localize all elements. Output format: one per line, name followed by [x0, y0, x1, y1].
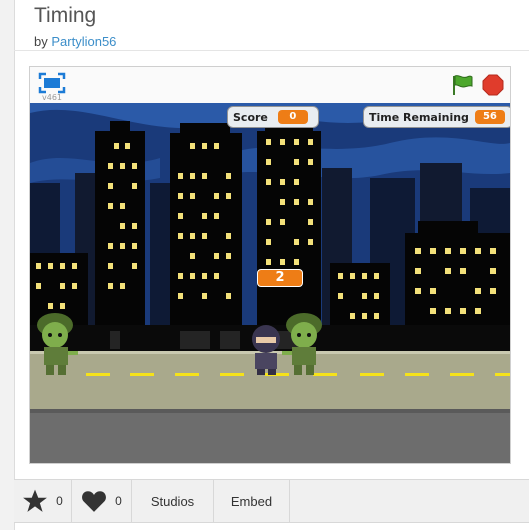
score-label: Score [233, 110, 268, 124]
studios-button[interactable]: Studios [132, 480, 214, 522]
time-remaining-monitor: Time Remaining 56 [363, 106, 510, 128]
favorite-count: 0 [56, 494, 63, 508]
by-prefix: by [34, 34, 48, 49]
stage[interactable]: Score 0 Time Remaining 56 2 [30, 103, 510, 463]
fullscreen-icon[interactable] [38, 72, 66, 94]
star-icon [23, 489, 48, 512]
project-actions-bar: 0 0 Studios Embed [14, 479, 529, 523]
byline: by Partylion56 [34, 34, 116, 49]
header-divider [14, 50, 529, 51]
floating-number-bubble: 2 [257, 269, 303, 287]
green-flag-icon[interactable] [450, 74, 474, 96]
project-title: Timing [34, 4, 97, 27]
favorite-button[interactable]: 0 [14, 480, 72, 522]
player-controls: v461 [30, 67, 510, 103]
author-link[interactable]: Partylion56 [51, 34, 116, 49]
project-player: v461 Score 0 Time Remaining 56 2 [29, 66, 511, 464]
time-remaining-label: Time Remaining [369, 110, 469, 124]
stop-icon[interactable] [482, 74, 504, 96]
score-monitor: Score 0 [227, 106, 319, 128]
love-button[interactable]: 0 [72, 480, 132, 522]
time-remaining-value: 56 [474, 110, 505, 124]
embed-button[interactable]: Embed [214, 480, 290, 522]
love-count: 0 [115, 494, 122, 508]
project-header: Timing by Partylion56 [34, 4, 116, 49]
score-value: 0 [277, 110, 308, 124]
version-label: v461 [42, 93, 63, 102]
heart-icon [82, 491, 107, 512]
